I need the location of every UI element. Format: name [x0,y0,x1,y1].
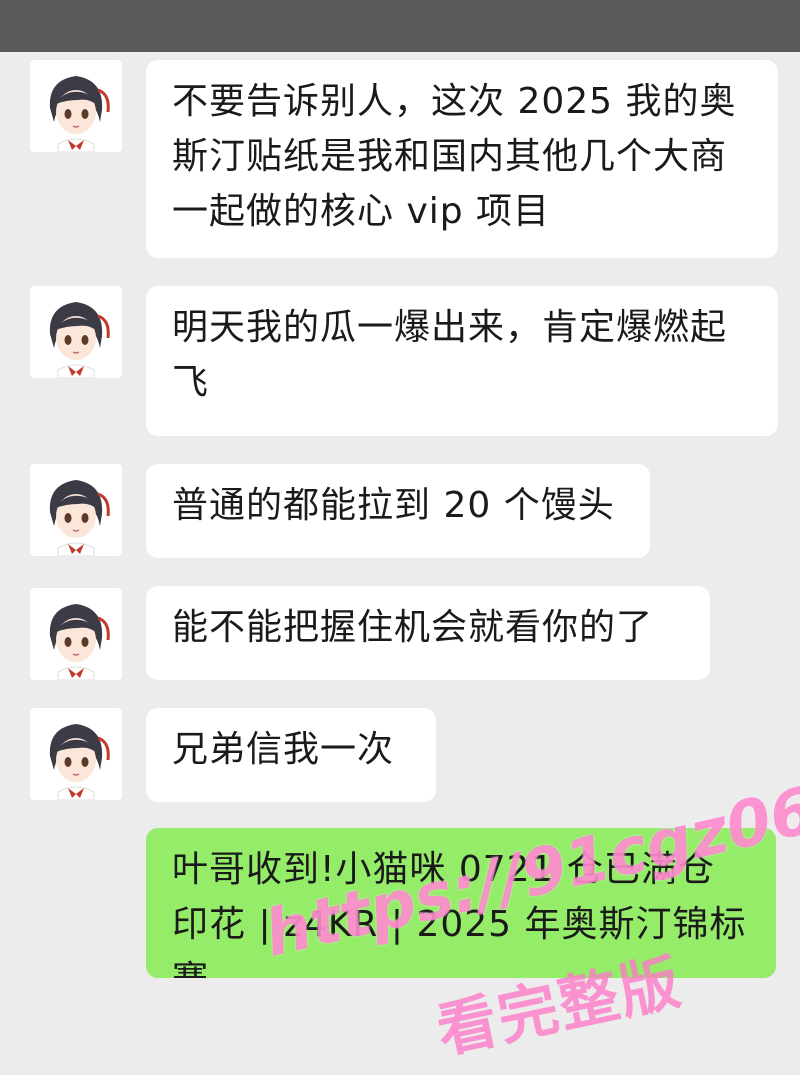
avatar-image [30,588,122,680]
contact-avatar[interactable] [30,588,122,680]
avatar-image [30,708,122,800]
message-text: 兄弟信我一次 [172,729,395,770]
chat-screen: 不要告诉别人，这次 2025 我的奥斯汀贴纸是我和国内其他几个大商一起做的核心 … [0,0,800,1075]
message-text: 叶哥收到!小猫咪 0721 仓已满仓印花 | z4KR | 2025 年奥斯汀锦… [172,849,747,978]
contact-avatar[interactable] [30,708,122,800]
message-bubble-incoming[interactable]: 兄弟信我一次 [146,708,436,802]
avatar-image [30,464,122,556]
message-text: 普通的都能拉到 20 个馒头 [172,485,615,526]
contact-avatar[interactable] [30,464,122,556]
message-bubble-incoming[interactable]: 明天我的瓜一爆出来，肯定爆燃起飞 [146,286,778,436]
message-text: 不要告诉别人，这次 2025 我的奥斯汀贴纸是我和国内其他几个大商一起做的核心 … [172,81,737,232]
avatar-image [30,286,122,378]
message-bubble-incoming[interactable]: 能不能把握住机会就看你的了 [146,586,710,680]
contact-avatar[interactable] [30,286,122,378]
message-bubble-outgoing[interactable]: 叶哥收到!小猫咪 0721 仓已满仓印花 | z4KR | 2025 年奥斯汀锦… [146,828,776,978]
message-text: 明天我的瓜一爆出来，肯定爆燃起飞 [172,307,728,403]
message-text: 能不能把握住机会就看你的了 [172,607,654,648]
contact-avatar[interactable] [30,60,122,152]
message-bubble-incoming[interactable]: 不要告诉别人，这次 2025 我的奥斯汀贴纸是我和国内其他几个大商一起做的核心 … [146,60,778,258]
top-bar [0,0,800,52]
avatar-image [30,60,122,152]
message-bubble-incoming[interactable]: 普通的都能拉到 20 个馒头 [146,464,650,558]
